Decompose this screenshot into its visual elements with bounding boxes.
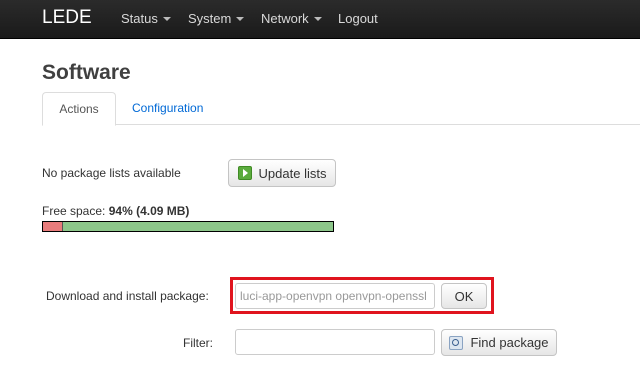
page-title: Software bbox=[42, 61, 131, 84]
no-package-lists-text: No package lists available bbox=[42, 166, 181, 180]
filter-label: Filter: bbox=[183, 336, 213, 350]
chevron-down-icon bbox=[236, 17, 245, 21]
search-icon bbox=[449, 335, 464, 350]
chevron-down-icon bbox=[162, 17, 171, 21]
filter-input[interactable] bbox=[235, 329, 435, 355]
play-icon bbox=[237, 166, 252, 180]
used-space-fill bbox=[43, 222, 64, 231]
top-navbar: LEDE Status System Network Logout bbox=[0, 0, 640, 39]
tab-configuration[interactable]: Configuration bbox=[132, 92, 203, 124]
tab-actions[interactable]: Actions bbox=[42, 92, 116, 126]
nav-status-menu[interactable]: Status bbox=[121, 11, 171, 27]
download-install-label: Download and install package: bbox=[46, 289, 209, 303]
nav-status-label: Status bbox=[121, 11, 158, 26]
update-lists-button[interactable]: Update lists bbox=[228, 159, 336, 187]
free-space-bar bbox=[42, 221, 334, 232]
find-package-label: Find package bbox=[470, 335, 549, 350]
nav-network-menu[interactable]: Network bbox=[261, 11, 322, 27]
find-package-button[interactable]: Find package bbox=[441, 329, 557, 356]
free-space-value: 94% (4.09 MB) bbox=[108, 204, 190, 218]
nav-logout-link[interactable]: Logout bbox=[338, 11, 378, 27]
ok-button[interactable]: OK bbox=[441, 283, 487, 309]
update-lists-label: Update lists bbox=[258, 165, 327, 181]
nav-network-label: Network bbox=[261, 11, 309, 26]
brand-logo[interactable]: LEDE bbox=[42, 6, 92, 30]
package-name-input[interactable]: luci-app-openvpn openvpn-openssl bbox=[235, 283, 435, 309]
nav-system-menu[interactable]: System bbox=[188, 11, 245, 27]
chevron-down-icon bbox=[313, 17, 322, 21]
nav-system-label: System bbox=[188, 11, 232, 26]
free-space-text: Free space: 94% (4.09 MB) bbox=[42, 204, 189, 218]
tabs-divider bbox=[42, 124, 640, 125]
free-space-label: Free space: bbox=[42, 204, 106, 218]
